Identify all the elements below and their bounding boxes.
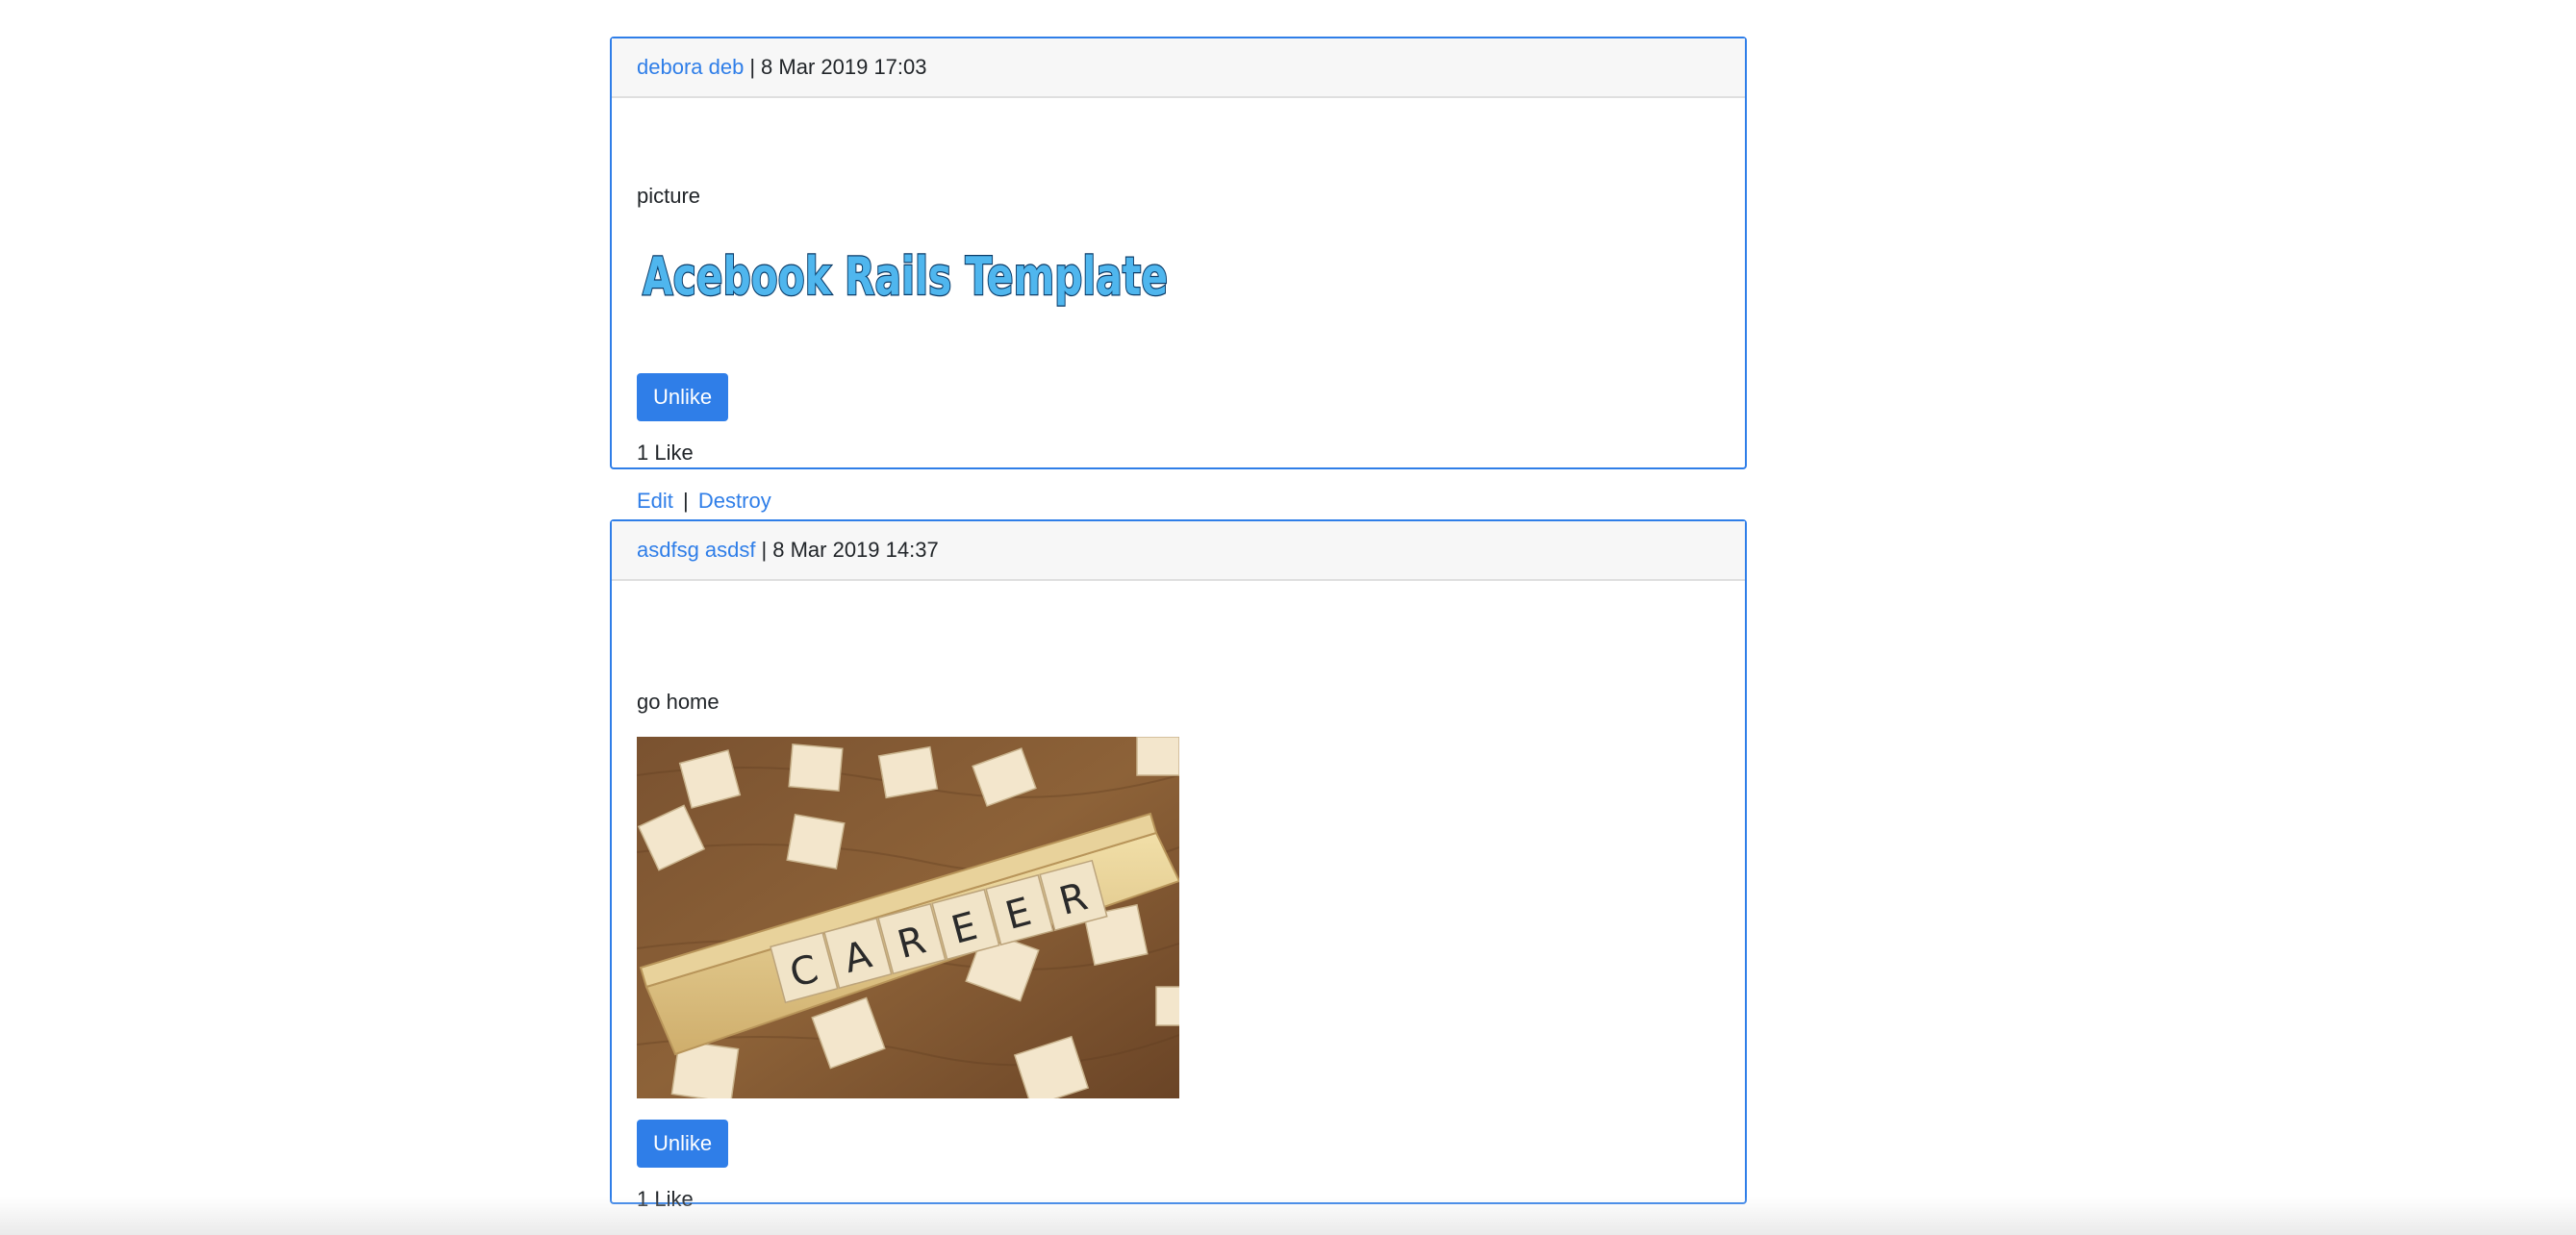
bottom-shadow — [0, 1197, 2576, 1235]
actions-separator: | — [683, 489, 689, 513]
edit-link[interactable]: Edit — [637, 489, 673, 513]
post-card: asdfsg asdsf | 8 Mar 2019 14:37 go home — [610, 519, 1747, 1211]
feed-page: debora deb | 8 Mar 2019 17:03 picture Ac… — [0, 0, 2576, 1235]
post-timestamp: 8 Mar 2019 17:03 — [761, 55, 927, 79]
header-separator: | — [761, 538, 768, 562]
post-body: go home C A R E E R Unlike — [612, 581, 1745, 1211]
post-header: debora deb | 8 Mar 2019 17:03 — [612, 38, 1745, 98]
header-separator: | — [749, 55, 756, 79]
post-actions: Edit | Destroy — [637, 489, 771, 514]
post-image: C A R E E R — [637, 737, 1179, 1098]
destroy-link[interactable]: Destroy — [698, 489, 771, 513]
post-image-logo-text: Acebook Rails Template — [643, 246, 1168, 307]
post-body: picture Acebook Rails Template Unlike 1 … — [612, 98, 1745, 513]
unlike-button[interactable]: Unlike — [637, 373, 729, 421]
post-header: asdfsg asdsf | 8 Mar 2019 14:37 — [612, 521, 1745, 581]
likes-count: 1 Like — [637, 441, 694, 465]
post-text: go home — [637, 690, 720, 714]
post-card: debora deb | 8 Mar 2019 17:03 picture Ac… — [610, 37, 1747, 513]
unlike-button[interactable]: Unlike — [637, 1120, 729, 1168]
author-link[interactable]: asdfsg asdsf — [637, 538, 756, 563]
post-timestamp: 8 Mar 2019 14:37 — [772, 538, 939, 562]
post-image: Acebook Rails Template — [642, 245, 1170, 309]
author-link[interactable]: debora deb — [637, 55, 744, 80]
post-text: picture — [637, 184, 701, 208]
